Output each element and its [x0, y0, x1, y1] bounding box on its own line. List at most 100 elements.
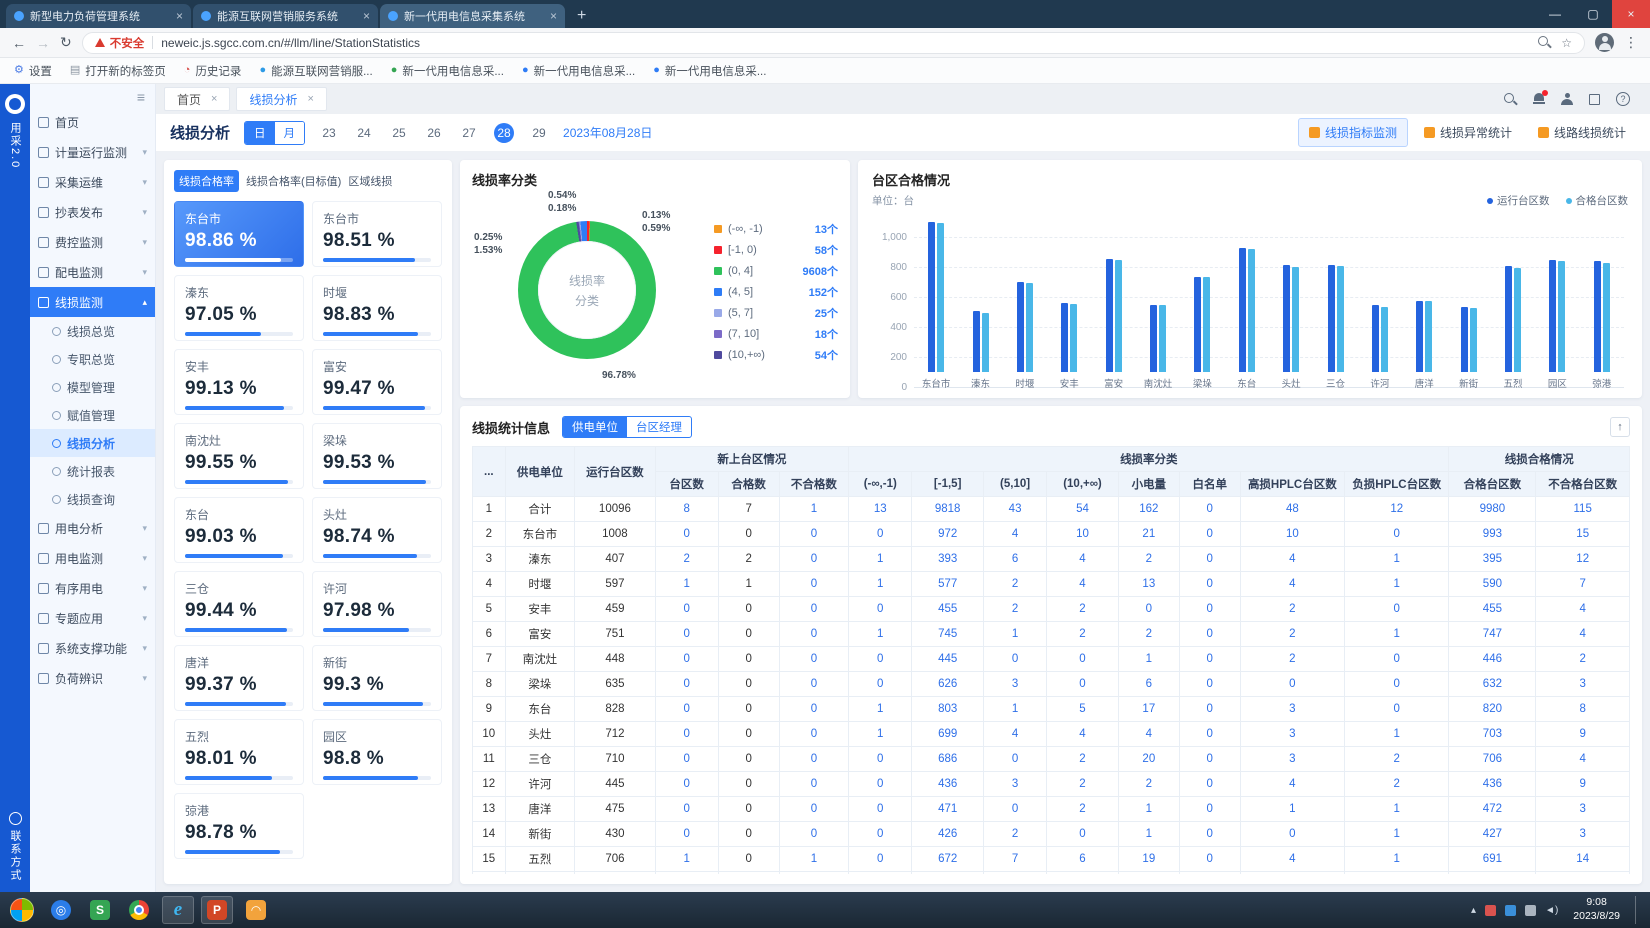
region-card[interactable]: 梁垛99.53 % — [312, 423, 442, 489]
bookmark-item[interactable]: ◔历史记录 — [184, 63, 242, 79]
cell-value[interactable]: 577 — [912, 572, 984, 597]
cell-value[interactable]: 2 — [1345, 747, 1449, 772]
cell-value[interactable]: 803 — [912, 697, 984, 722]
sidebar-subitem[interactable]: 赋值管理 — [30, 401, 155, 429]
cell-value[interactable]: 1 — [1118, 822, 1179, 847]
cell-value[interactable]: 10 — [1240, 522, 1344, 547]
legend-item[interactable]: (-∞, -1)13个 — [714, 221, 838, 237]
cell-value[interactable]: 4 — [1536, 747, 1630, 772]
browser-tab[interactable]: 新一代用电信息采集系统× — [380, 4, 565, 28]
export-icon[interactable]: ↑ — [1610, 417, 1630, 437]
cell-value[interactable]: 4 — [1240, 547, 1344, 572]
workspace-tab[interactable]: 线损分析× — [236, 87, 326, 111]
cell-value[interactable]: 5 — [1047, 697, 1119, 722]
cell-value[interactable]: 10 — [1047, 522, 1119, 547]
sidebar-subitem[interactable]: 模型管理 — [30, 373, 155, 401]
cell-value[interactable]: 9980 — [1449, 497, 1536, 522]
cell-value[interactable]: 21 — [1118, 522, 1179, 547]
region-card[interactable]: 唐洋99.37 % — [174, 645, 304, 711]
date-option[interactable]: 26 — [424, 123, 444, 143]
bar-group[interactable] — [1180, 222, 1224, 372]
legend-item[interactable]: [-1, 0)58个 — [714, 242, 838, 258]
cell-value[interactable]: 632 — [1449, 672, 1536, 697]
cell-value[interactable]: 395 — [1449, 547, 1536, 572]
cell-value[interactable]: 0 — [1179, 522, 1240, 547]
cell-value[interactable]: 2 — [1118, 772, 1179, 797]
browser-tab[interactable]: 能源互联网营销服务系统× — [193, 4, 378, 28]
cell-value[interactable]: 0 — [779, 747, 849, 772]
cell-value[interactable]: 8 — [655, 497, 718, 522]
cell-value[interactable]: 0 — [1345, 672, 1449, 697]
cards-tab[interactable]: 区域线损 — [348, 173, 392, 189]
cell-value[interactable]: 9 — [1536, 722, 1630, 747]
sidebar-subitem[interactable]: 线损总览 — [30, 317, 155, 345]
period-option[interactable]: 日 — [245, 122, 275, 144]
cell-value[interactable]: 1 — [779, 497, 849, 522]
bar-group[interactable] — [1269, 222, 1313, 372]
cell-value[interactable]: 691 — [1449, 847, 1536, 872]
cell-value[interactable]: 0 — [1047, 647, 1119, 672]
cell-value[interactable]: 0 — [655, 772, 718, 797]
sidebar-item-entry[interactable]: 费控监测▾ — [30, 227, 155, 257]
cell-value[interactable]: 3 — [984, 772, 1047, 797]
sidebar-item-entry[interactable]: 用电分析▾ — [30, 513, 155, 543]
cell-value[interactable]: 0 — [655, 797, 718, 822]
cell-value[interactable]: 1 — [984, 697, 1047, 722]
cell-value[interactable]: 472 — [1449, 797, 1536, 822]
cell-value[interactable]: 1 — [1345, 822, 1449, 847]
cell-value[interactable]: 0 — [655, 747, 718, 772]
contact-block[interactable]: 联系方式 — [7, 812, 23, 882]
minimize-button[interactable]: — — [1536, 0, 1574, 28]
bar-legend-item[interactable]: 运行台区数 — [1487, 193, 1550, 208]
tray-network-icon[interactable] — [1525, 905, 1536, 916]
cell-value[interactable]: 4 — [1047, 722, 1119, 747]
region-card[interactable]: 溱东97.05 % — [174, 275, 304, 341]
cell-value[interactable]: 2 — [1118, 622, 1179, 647]
taskbar-app-powerpoint[interactable]: P — [201, 896, 233, 924]
show-desktop-button[interactable] — [1635, 896, 1644, 924]
cell-value[interactable]: 0 — [984, 797, 1047, 822]
cell-value[interactable]: 3 — [1536, 797, 1630, 822]
taskbar-clock[interactable]: 9:08 2023/8/29 — [1567, 896, 1626, 923]
region-card[interactable]: 头灶98.74 % — [312, 497, 442, 563]
cell-value[interactable]: 14 — [1536, 847, 1630, 872]
cell-value[interactable]: 1 — [1345, 572, 1449, 597]
cell-value[interactable]: 1 — [1118, 647, 1179, 672]
cell-value[interactable]: 1 — [849, 547, 912, 572]
cell-value[interactable]: 2 — [1047, 747, 1119, 772]
bar-group[interactable] — [1225, 222, 1269, 372]
cell-value[interactable]: 4 — [1047, 547, 1119, 572]
cell-value[interactable]: 972 — [912, 522, 984, 547]
cell-value[interactable]: 3 — [984, 672, 1047, 697]
cell-value[interactable]: 0 — [779, 797, 849, 822]
region-card[interactable]: 东台市98.86 % — [174, 201, 304, 267]
reload-icon[interactable]: ↻ — [60, 34, 72, 51]
sidebar-item-entry[interactable]: 抄表发布▾ — [30, 197, 155, 227]
legend-item[interactable]: (5, 7]25个 — [714, 305, 838, 321]
cell-value[interactable]: 9 — [1536, 872, 1630, 875]
bar-group[interactable] — [1447, 222, 1491, 372]
cell-value[interactable]: 0 — [1179, 647, 1240, 672]
tray-expand-icon[interactable]: ▴ — [1471, 905, 1476, 916]
cell-value[interactable]: 4 — [984, 522, 1047, 547]
bookmark-item[interactable]: ⚙设置 — [14, 63, 52, 79]
region-card[interactable]: 三仓99.44 % — [174, 571, 304, 637]
taskbar-app-wps[interactable]: S — [84, 896, 116, 924]
cell-value[interactable]: 2 — [1118, 547, 1179, 572]
sidebar-item-entry[interactable]: 用电监测▾ — [30, 543, 155, 573]
cell-value[interactable]: 4 — [1047, 572, 1119, 597]
cell-value[interactable]: 626 — [912, 672, 984, 697]
bar-group[interactable] — [1580, 222, 1624, 372]
cell-value[interactable]: 4 — [655, 872, 718, 875]
cell-value[interactable]: 0 — [779, 697, 849, 722]
legend-item[interactable]: (10,+∞)54个 — [714, 347, 838, 363]
period-option[interactable]: 月 — [275, 122, 305, 144]
cell-value[interactable]: 1 — [849, 697, 912, 722]
sidebar-subitem[interactable]: 线损查询 — [30, 485, 155, 513]
tab-close-icon[interactable]: × — [211, 93, 217, 105]
cell-value[interactable]: 427 — [1449, 822, 1536, 847]
cell-value[interactable]: 4 — [1536, 597, 1630, 622]
bar-group[interactable] — [1003, 222, 1047, 372]
cell-value[interactable]: 0 — [1179, 697, 1240, 722]
cell-value[interactable]: 0 — [1240, 672, 1344, 697]
